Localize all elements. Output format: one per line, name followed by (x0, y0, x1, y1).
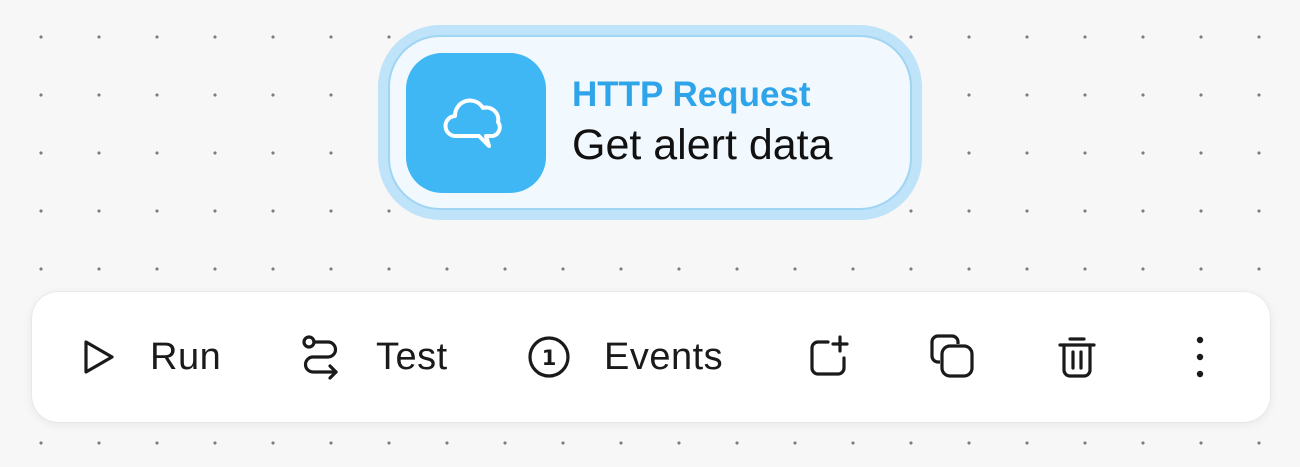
node-body[interactable]: HTTP Request Get alert data (388, 35, 912, 210)
test-label: Test (376, 335, 448, 378)
add-node-button[interactable] (806, 292, 852, 422)
cloud-chat-icon (443, 97, 502, 148)
node-text: HTTP Request Get alert data (572, 75, 833, 171)
node-name: Get alert data (572, 120, 833, 169)
delete-button[interactable] (1054, 292, 1100, 422)
more-options-button[interactable] (1182, 292, 1218, 422)
node-icon-tile (406, 52, 546, 193)
route-icon (298, 334, 344, 380)
events-label: Events (604, 335, 724, 378)
http-request-node[interactable]: HTTP Request Get alert data (378, 25, 922, 220)
test-button[interactable]: Test (298, 292, 448, 422)
events-count: 1 (542, 346, 557, 370)
run-label: Run (150, 335, 222, 378)
more-vertical-icon (1182, 334, 1218, 380)
play-icon (78, 337, 118, 377)
node-type-label: HTTP Request (572, 74, 811, 114)
events-count-icon: 1 (526, 334, 572, 380)
add-square-icon (806, 334, 852, 380)
node-action-toolbar: Run Test 1 Events (32, 292, 1270, 422)
run-button[interactable]: Run (78, 292, 221, 422)
trash-icon (1054, 334, 1100, 380)
duplicate-button[interactable] (928, 292, 978, 422)
events-button[interactable]: 1 Events (526, 292, 723, 422)
copy-icon (928, 332, 978, 382)
